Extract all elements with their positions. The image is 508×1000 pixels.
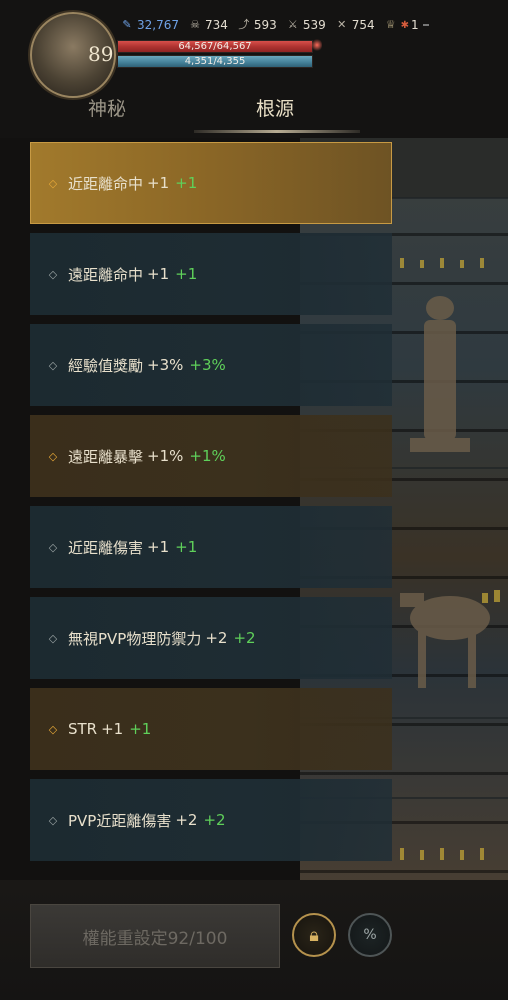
trophy-icon: ♕	[385, 18, 396, 31]
lock-button[interactable]: 🔒︎	[292, 913, 336, 957]
player-level: 89	[88, 42, 114, 66]
stat-bonus: +1	[175, 538, 198, 556]
stat-value: +2	[205, 629, 228, 647]
stat-bonus: +1	[175, 174, 198, 192]
tab-mystic[interactable]: 神秘	[88, 94, 126, 121]
stat-value: +1	[147, 538, 170, 556]
list-item[interactable]: ◇ PVP近距離傷害 +2 +2	[30, 779, 392, 861]
stat-list: ◇ 近距離命中 +1 +1 ◇ 遠距離命中 +1 +1 ◇ 經驗值獎勵 +3% +3% ◇ 遠距離暴擊 +1…	[30, 142, 392, 870]
stat-name: 經驗值獎勵	[68, 356, 144, 375]
list-item[interactable]: ◇ 經驗值獎勵 +3% +3%	[30, 324, 392, 406]
stat-value: 1	[411, 18, 419, 32]
stats-bar: ✎ 32,767 ☠ 734 ⤴ 593 ⚔ 539 ✕ 754 ♕ ✱ 1	[120, 18, 438, 32]
stat-name: 近距離命中	[68, 174, 144, 193]
stat-value: +1	[101, 720, 124, 738]
stat-bonus: +1%	[189, 447, 226, 465]
feather-icon: ✎	[122, 18, 132, 31]
diamond-icon: ◇	[48, 540, 58, 554]
stat-value: 754	[351, 18, 375, 32]
hp-text: 64,567/64,567	[178, 41, 252, 52]
stat-bonus: +3%	[189, 356, 226, 374]
stat-bonus: +1	[175, 265, 198, 283]
diamond-icon: ◇	[48, 449, 58, 463]
stat-value: +1%	[147, 447, 184, 465]
stat-skull: ☠ 734	[188, 18, 228, 32]
diamond-icon: ◇	[48, 358, 58, 372]
list-item[interactable]: ◇ STR +1 +1	[30, 688, 392, 770]
stat-name: STR	[68, 720, 98, 738]
stat-bonus: +2	[203, 811, 226, 829]
stat-name: 近距離傷害	[68, 538, 144, 557]
stat-value: 734	[205, 18, 228, 32]
active-tab-underline	[194, 130, 360, 133]
percent-button[interactable]: %	[348, 913, 392, 957]
diamond-icon: ◇	[48, 176, 58, 190]
stat-value: +2	[175, 811, 198, 829]
list-item[interactable]: ◇ 無視PVP物理防禦力 +2 +2	[30, 597, 392, 679]
mp-bar: 4,351/4,355	[117, 55, 313, 68]
wing-icon: ⤴	[238, 18, 250, 31]
stat-name: PVP近距離傷害	[68, 811, 172, 830]
dash-icon	[422, 24, 429, 26]
stat-value: 593	[253, 18, 277, 32]
stat-feather: ✎ 32,767	[120, 18, 179, 32]
diamond-icon: ◇	[48, 722, 58, 736]
lock-icon: 🔒︎	[309, 924, 319, 946]
stat-wing: ⤴ 593	[237, 18, 277, 32]
diamond-icon: ◇	[48, 813, 58, 827]
hp-bar: 64,567/64,567	[117, 40, 313, 53]
stat-name: 遠距離暴擊	[68, 447, 144, 466]
stat-name: 無視PVP物理防禦力	[68, 629, 202, 648]
stat-name: 遠距離命中	[68, 265, 144, 284]
list-item[interactable]: ◇ 近距離命中 +1 +1	[30, 142, 392, 224]
crossed-weapons-icon: ✕	[337, 18, 347, 31]
tab-origin[interactable]: 根源	[256, 94, 294, 121]
hp-glow-icon	[312, 38, 322, 52]
skull-icon: ☠	[190, 18, 200, 31]
list-item[interactable]: ◇ 遠距離命中 +1 +1	[30, 233, 392, 315]
list-item[interactable]: ◇ 近距離傷害 +1 +1	[30, 506, 392, 588]
star-rank-icon: ✱	[400, 19, 410, 31]
diamond-icon: ◇	[48, 267, 58, 281]
stat-trophy[interactable]: ♕ ✱ 1	[384, 18, 429, 32]
list-item[interactable]: ◇ 遠距離暴擊 +1% +1%	[30, 415, 392, 497]
mp-text: 4,351/4,355	[184, 56, 246, 67]
stat-value: +1	[147, 174, 170, 192]
sword-icon: ⚔	[287, 18, 298, 31]
stat-sword: ⚔ 539	[286, 18, 326, 32]
stat-value: 539	[302, 18, 326, 32]
stat-value: +3%	[147, 356, 184, 374]
stat-bonus: +2	[233, 629, 256, 647]
stat-bonus: +1	[129, 720, 152, 738]
stat-crossed-weapons: ✕ 754	[335, 18, 375, 32]
stat-value: +1	[147, 265, 170, 283]
reset-button[interactable]: 權能重設定92/100	[30, 904, 280, 968]
diamond-icon: ◇	[48, 631, 58, 645]
percent-icon: %	[363, 927, 377, 943]
stat-value: 32,767	[137, 18, 179, 32]
